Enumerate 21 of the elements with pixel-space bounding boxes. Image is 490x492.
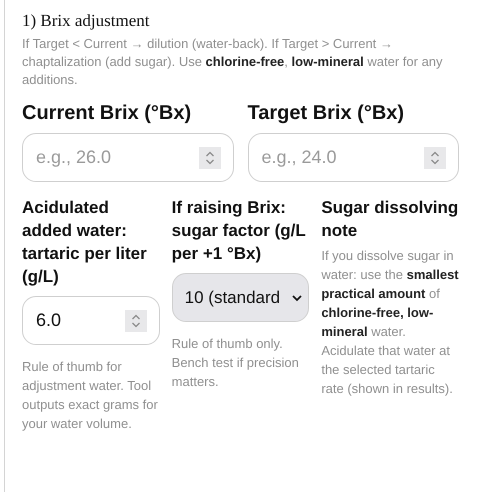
field-label: Acidulated added water: tartaric per liter (g/L) bbox=[22, 197, 148, 288]
number-input[interactable]: e.g., 26.0 bbox=[36, 144, 198, 171]
stepper-icon[interactable] bbox=[124, 310, 147, 332]
help-text: Rule of thumb only. Bench test if precision matters. bbox=[172, 335, 300, 391]
field-label: Target Brix (°Bx) bbox=[248, 101, 406, 125]
dropdown[interactable]: 10 (standard bbox=[172, 273, 310, 322]
field-label: Current Brix (°Bx) bbox=[22, 101, 192, 125]
number-field[interactable]: e.g., 24.0 bbox=[248, 133, 459, 182]
number-input[interactable]: 6.0 bbox=[36, 307, 125, 334]
section-description: If Target < Current → dilution (water-back). If Target > Current → chaptalization (add sugar). Use chlorine-free, low-mineral water for any additions. bbox=[22, 35, 444, 89]
help-text: Rule of thumb for adjustment water. Tool outputs exact grams for your water volume. bbox=[22, 358, 159, 433]
field-label: Sugar dissolving note bbox=[321, 197, 459, 242]
stepper-icon[interactable] bbox=[198, 146, 220, 168]
section-title: 1) Brix adjustment bbox=[22, 10, 150, 32]
number-field[interactable]: e.g., 26.0 bbox=[22, 133, 234, 182]
number-input[interactable]: e.g., 24.0 bbox=[262, 144, 424, 171]
field-label: If raising Brix: sugar factor (g/L per +1 °Bx) bbox=[172, 197, 306, 265]
note-text: If you dissolve sugar in water: use the smallest practical amount of chlorine-free, low-mineral water. Acidulate that water at the selected tartaric rate (shown in results). bbox=[321, 247, 459, 398]
chevron-down-icon bbox=[292, 294, 302, 302]
number-field[interactable]: 6.0 bbox=[22, 296, 160, 345]
stepper-icon[interactable] bbox=[424, 146, 446, 168]
